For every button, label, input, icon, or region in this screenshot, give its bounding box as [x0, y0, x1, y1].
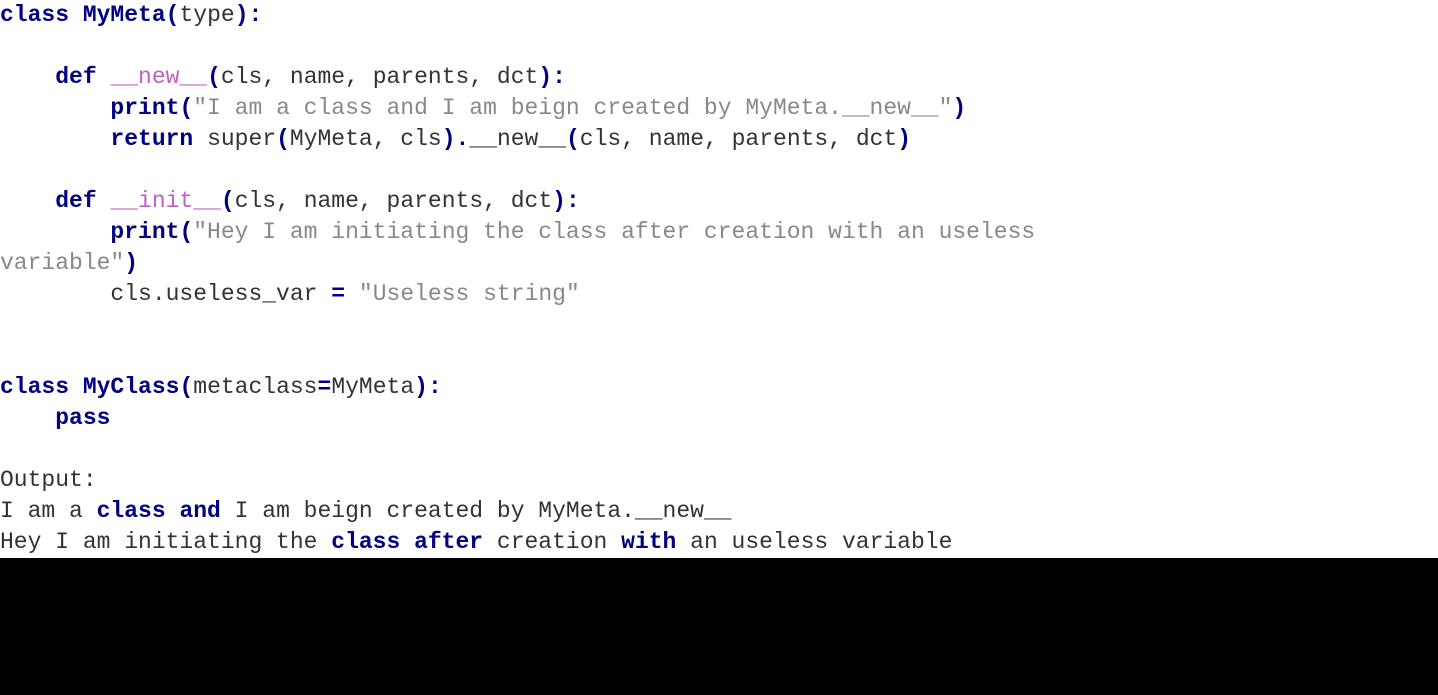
eq: = — [318, 374, 332, 400]
paren-open: ( — [276, 126, 290, 152]
paren-close: ) — [952, 95, 966, 121]
assign-lhs: cls.useless_var — [110, 281, 317, 307]
params-init: cls, name, parents, dct — [235, 188, 552, 214]
paren-open: ( — [166, 2, 180, 28]
dot: . — [456, 126, 470, 152]
output-line2-a: Hey I am initiating the — [0, 529, 331, 555]
colon: : — [428, 374, 442, 400]
keyword-pass: pass — [55, 405, 110, 431]
fn-super: super — [207, 126, 276, 152]
colon: : — [552, 64, 566, 90]
super-args: MyMeta, cls — [290, 126, 442, 152]
paren-close: ) — [897, 126, 911, 152]
metaclass-val: MyMeta — [331, 374, 414, 400]
output-line2-d: with — [621, 529, 676, 555]
base-type: type — [179, 2, 234, 28]
string-init-a: "Hey I am initiating the class after cre… — [193, 219, 1049, 245]
keyword-def: def — [55, 64, 96, 90]
output-line2-e: an useless variable — [676, 529, 952, 555]
output-line2-b: class after — [331, 529, 483, 555]
colon: : — [249, 2, 263, 28]
colon: : — [566, 188, 580, 214]
fn-print: print — [110, 95, 179, 121]
paren-close: ) — [442, 126, 456, 152]
assign-rhs: "Useless string" — [359, 281, 580, 307]
paren-open: ( — [221, 188, 235, 214]
paren-open: ( — [207, 64, 221, 90]
keyword-class: class — [0, 2, 69, 28]
paren-close: ) — [124, 250, 138, 276]
params-new: cls, name, parents, dct — [221, 64, 538, 90]
output-line1-c: I am beign created by MyMeta.__new__ — [221, 498, 732, 524]
code-block: class MyMeta(type): def __new__(cls, nam… — [0, 0, 1438, 558]
metaclass-kw: metaclass — [193, 374, 317, 400]
call-args: cls, name, parents, dct — [580, 126, 897, 152]
output-line1-a: I am a — [0, 498, 97, 524]
output-line1-b: class and — [97, 498, 221, 524]
paren-close: ) — [552, 188, 566, 214]
string-init-b: variable" — [0, 250, 124, 276]
paren-close: ) — [414, 374, 428, 400]
keyword-class: class — [0, 374, 69, 400]
classname-mymeta: MyMeta — [83, 2, 166, 28]
paren-close: ) — [235, 2, 249, 28]
paren-open: ( — [179, 95, 193, 121]
dunder-init: __init__ — [110, 188, 220, 214]
output-label: Output: — [0, 467, 97, 493]
paren-close: ) — [538, 64, 552, 90]
paren-open: ( — [566, 126, 580, 152]
assign-op: = — [331, 281, 345, 307]
string-new: "I am a class and I am beign created by … — [193, 95, 952, 121]
method-new: __new__ — [469, 126, 566, 152]
dunder-new: __new__ — [110, 64, 207, 90]
bottom-black-bar — [0, 558, 1438, 618]
output-line2-c: creation — [483, 529, 621, 555]
classname-myclass: MyClass — [83, 374, 180, 400]
paren-open: ( — [179, 374, 193, 400]
fn-print: print — [110, 219, 179, 245]
keyword-def: def — [55, 188, 96, 214]
paren-open: ( — [179, 219, 193, 245]
keyword-return: return — [110, 126, 193, 152]
